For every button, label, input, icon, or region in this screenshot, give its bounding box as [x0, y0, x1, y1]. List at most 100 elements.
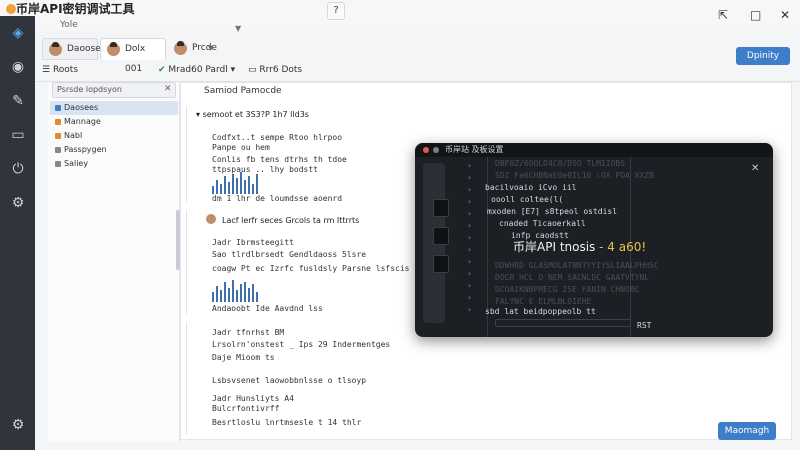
- terminal-line: DOCR HCL O NEM SACNLDC GAATVTYNL: [495, 273, 650, 282]
- model-dropdown[interactable]: ✔ Mrad60 Pardl ▾: [158, 65, 235, 75]
- terminal-line: mxoden [E7] s8tpeol ostdisl: [487, 207, 618, 216]
- terminal-footer: RST: [637, 321, 652, 330]
- folder-icon: [55, 119, 61, 125]
- chevron-down-icon[interactable]: ▼: [208, 44, 213, 52]
- terminal-block: [433, 199, 449, 217]
- tree-item-label: Passpygen: [64, 145, 107, 154]
- bar: [224, 176, 226, 194]
- tab-daoose[interactable]: Daoose: [42, 38, 101, 60]
- code-line: Conlis fb tens dtrhs th tdoe: [212, 155, 347, 164]
- code-line: Lsbsvsenet laowobbnlsse o tlsoyp: [212, 376, 367, 385]
- highlight-accent: - 4 a60!: [595, 240, 647, 254]
- tree-item-saliey[interactable]: Saliey: [50, 157, 178, 171]
- code-line: Panpe ou hem: [212, 143, 270, 152]
- bar: [240, 172, 242, 194]
- code-line: Jadr Ibrmsteegitt: [212, 238, 294, 247]
- terminal-line: oooll coltee(l(: [491, 195, 564, 204]
- power-icon[interactable]: ⏻: [7, 158, 29, 180]
- bottom-action-button[interactable]: Maomagh: [718, 422, 776, 440]
- panel-search-input[interactable]: Psrsde lopdsyon: [52, 82, 176, 98]
- gutter-marker-icon: ›: [467, 173, 472, 182]
- terminal-block: [433, 255, 449, 273]
- tab-label: Daoose: [67, 44, 101, 54]
- left-nav-rail: ◈ ◉ ✎ ▭ ⏻ ⚙ ⚙: [0, 16, 35, 450]
- section-header-text: semoot et 3S3?P 1h7 lld3s: [202, 110, 309, 119]
- chat-icon[interactable]: ◉: [7, 56, 29, 78]
- terminal-line: DCOAIKNBPMECG ISE FANIN CHNOBC: [495, 285, 640, 294]
- bar: [220, 184, 222, 194]
- roots-item[interactable]: ☰ Roots: [42, 65, 78, 75]
- file-icon: ▭: [248, 65, 260, 75]
- code-line: coagw Pt ec Izrfc fusldsly Parsne lsfsci…: [212, 264, 410, 273]
- avatar: [206, 214, 216, 224]
- close-icon[interactable]: ✕: [751, 163, 759, 174]
- close-icon[interactable]: ✕: [780, 8, 790, 22]
- bar: [244, 282, 246, 302]
- roots-label: Roots: [52, 65, 79, 75]
- terminal-highlight-text: 币岸API tnosis - 4 a60!: [513, 238, 646, 255]
- bar: [232, 280, 234, 302]
- bar: [224, 282, 226, 302]
- title-bar: 币岸API密钥调试工具 Yole ▼ ? ⇱ □ ✕: [0, 0, 800, 33]
- code-line: Sao tlrdlbrsedt Gendldaoss 5lsre: [212, 250, 367, 259]
- secondary-toolbar: ☰ Roots ✔ Mrad60 Pardl ▾ ▭ Rrr6 Dots: [36, 62, 800, 82]
- title-subtitle: Yole: [60, 20, 78, 30]
- bar: [212, 186, 214, 194]
- app-logo-icon: [6, 4, 16, 14]
- tree-item-label: Saliey: [64, 159, 89, 168]
- gear-icon[interactable]: ⚙: [7, 192, 29, 214]
- terminal-title: 币岸站 及板设置: [445, 145, 504, 154]
- gutter-marker-icon: ›: [467, 161, 472, 170]
- tree-item-passpygen[interactable]: Passpygen: [50, 143, 178, 157]
- tree-item-mannage[interactable]: Mannage: [50, 115, 178, 129]
- app-window: 币岸API密钥调试工具 Yole ▼ ? ⇱ □ ✕ ◈ ◉ ✎ ▭ ⏻ ⚙ ⚙…: [0, 0, 800, 450]
- window-icon[interactable]: ▭: [7, 124, 29, 146]
- gutter-marker-icon: ›: [467, 305, 472, 314]
- tree-item-label: Mannage: [64, 117, 101, 126]
- mini-bar-chart: [212, 172, 272, 194]
- terminal-window[interactable]: 币岸站 及板设置 ✕ › › › › › › › › › › › › › DBF0Z/6OOLD4C8/…: [415, 143, 773, 337]
- highlight-main: 币岸API: [513, 240, 556, 254]
- minimize-icon[interactable]: ⇱: [718, 8, 728, 22]
- pencil-icon[interactable]: ✎: [7, 90, 29, 112]
- bar: [236, 178, 238, 194]
- code-line: Bulcrfontivrff: [212, 404, 280, 413]
- tab-bar: Daoose Dolx 001 Prcde ▼: [36, 38, 800, 74]
- code-line: Andaoobt Ide Aavdnd lss: [212, 304, 323, 313]
- settings-icon[interactable]: ⚙: [7, 414, 29, 436]
- gutter-marker-icon: ›: [467, 209, 472, 218]
- bar: [212, 292, 214, 302]
- close-icon[interactable]: ✕: [164, 84, 172, 94]
- file-icon: [55, 161, 61, 167]
- close-dot-icon[interactable]: [423, 147, 429, 153]
- terminal-scrollbar[interactable]: [495, 319, 631, 327]
- terminal-line: DBF0Z/6OOLD4C8/DSO TLM1IOBS: [495, 159, 626, 168]
- list-icon: ☰: [42, 65, 53, 75]
- bar: [244, 180, 246, 194]
- bar: [256, 292, 258, 302]
- gutter-marker-icon: ›: [467, 233, 472, 242]
- terminal-line: cnaded Ticaoerkall: [499, 219, 586, 228]
- chevron-down-icon[interactable]: ▼: [235, 24, 241, 33]
- bar: [236, 290, 238, 302]
- code-line: Jadr tfnrhst BM: [212, 328, 285, 337]
- data-item[interactable]: ▭ Rrr6 Dots: [248, 65, 302, 75]
- bar: [248, 288, 250, 302]
- tree-item-nabl[interactable]: Nabl: [50, 129, 178, 143]
- center-toolbar-button[interactable]: ?: [327, 2, 345, 20]
- tab-dolx[interactable]: Dolx 001: [100, 38, 166, 74]
- cube-icon[interactable]: ◈: [7, 22, 29, 44]
- avatar: [174, 41, 187, 55]
- tree-item-daosees[interactable]: Daosees: [50, 101, 178, 115]
- avatar: [107, 42, 120, 56]
- code-line: Lrsolrn'onstest _ Ips 29 Indermentges: [212, 340, 391, 349]
- folder-icon: [55, 133, 61, 139]
- gutter-marker-icon: ›: [467, 293, 472, 302]
- minimize-dot-icon[interactable]: [433, 147, 439, 153]
- terminal-gutter: › › › › › › › › › › › › ›: [467, 157, 487, 327]
- bar: [240, 284, 242, 302]
- terminal-line: SDI Fa6CHBNaE0e0IL10 cOX POA XXZB: [495, 171, 654, 180]
- tree-item-label: Daosees: [64, 103, 99, 112]
- bar: [228, 288, 230, 302]
- maximize-icon[interactable]: □: [750, 8, 761, 22]
